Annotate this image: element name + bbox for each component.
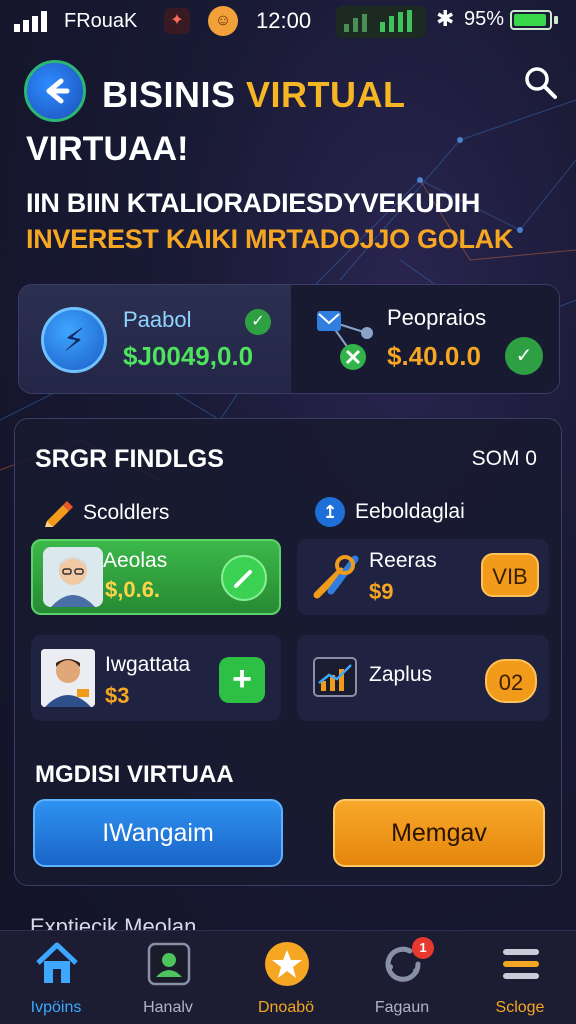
back-arrow-icon bbox=[46, 78, 70, 104]
panel-count: SOM 0 bbox=[471, 447, 537, 470]
stat-card-right[interactable]: Peopraios $.40.0.0 ✓ bbox=[291, 285, 559, 393]
count-badge[interactable]: 02 bbox=[485, 659, 537, 703]
nav-item-sync[interactable]: 1 Fagaun bbox=[352, 937, 452, 1021]
stat-card-left[interactable]: ⚡ Paabol $J0049,0.0 ✓ bbox=[19, 285, 291, 393]
network-icon bbox=[317, 311, 373, 370]
tools-icon bbox=[313, 555, 359, 599]
nav-label: Dnoabö bbox=[257, 999, 315, 1016]
battery-icon bbox=[510, 10, 552, 30]
profile-icon bbox=[147, 942, 191, 986]
item-name: Reeras bbox=[369, 549, 437, 572]
tagline-line2: INVEREST KAIKI MRTADOJJO GOLAK bbox=[26, 224, 514, 254]
chart-icon bbox=[313, 657, 357, 697]
check-icon: ✓ bbox=[245, 309, 271, 335]
item-name: Aeolas bbox=[103, 549, 168, 572]
battery-fill bbox=[514, 14, 547, 26]
list-item[interactable]: Zaplus 02 bbox=[297, 635, 549, 721]
status-badge[interactable]: VIB bbox=[481, 553, 539, 597]
stat-left-value: $J0049,0.0 bbox=[123, 341, 254, 371]
menu-icon bbox=[503, 949, 539, 979]
battery-tip bbox=[554, 16, 558, 24]
carrier-name: FRouaK bbox=[64, 10, 138, 32]
item-name: Iwgattata bbox=[105, 653, 191, 676]
item-value: $,0.6. bbox=[105, 577, 161, 602]
nav-item-menu[interactable]: Scloge bbox=[470, 941, 570, 1021]
signal-bars-icon bbox=[14, 11, 47, 32]
tagline-line1: IIN BIIN KTALIORADIESDYVEKUDIH bbox=[26, 188, 481, 218]
coin-icon: ⚡ bbox=[41, 307, 107, 373]
network-activity-icon bbox=[336, 6, 426, 38]
item-name: Zaplus bbox=[369, 663, 433, 686]
bottom-nav: Ivpöins Hanalv Dnoabö 1 Fagaun Scloge bbox=[0, 930, 576, 1024]
nav-item-home[interactable]: Ivpöins bbox=[6, 941, 106, 1021]
item-value: $9 bbox=[369, 579, 394, 604]
cta-title: MGDISI VIRTUAA bbox=[35, 761, 234, 788]
stat-left-label: Paabol bbox=[123, 307, 192, 332]
avatar bbox=[43, 547, 103, 607]
stats-card: ⚡ Paabol $J0049,0.0 ✓ Peopraios $.40.0.0… bbox=[18, 284, 560, 394]
section-right-label: Eeboldaglai bbox=[355, 500, 465, 523]
nav-label: Fagaun bbox=[374, 999, 430, 1016]
nav-label: Ivpöins bbox=[30, 999, 82, 1016]
section-left-header: Scoldlers bbox=[41, 497, 169, 529]
panel-title: SRGR FINDLGS bbox=[35, 445, 224, 473]
notification-badge: 1 bbox=[412, 937, 434, 959]
home-icon bbox=[36, 942, 78, 983]
app-title-part1: BISINIS bbox=[102, 74, 236, 115]
search-icon[interactable] bbox=[520, 62, 560, 102]
findings-panel: SRGR FINDLGS SOM 0 Scoldlers ↥ Eeboldagl… bbox=[14, 418, 562, 886]
bluetooth-icon: ✱ bbox=[436, 6, 455, 31]
page-subtitle: VIRTUAA! bbox=[26, 130, 189, 168]
add-button[interactable]: + bbox=[219, 657, 265, 703]
avatar bbox=[41, 649, 95, 707]
list-item[interactable]: Reeras $9 VIB bbox=[297, 539, 549, 615]
primary-button[interactable]: IWangaim bbox=[33, 799, 283, 867]
status-time: 12:00 bbox=[256, 8, 312, 33]
nav-label: Hanalv bbox=[143, 999, 193, 1016]
battery-percent: 95% bbox=[464, 8, 505, 30]
section-left-label: Scoldlers bbox=[83, 501, 170, 524]
app-title-part2: VIRTUAL bbox=[246, 74, 406, 115]
nav-item-profile[interactable]: Hanalv bbox=[118, 941, 218, 1021]
star-icon bbox=[265, 942, 309, 986]
stat-right-value: $.40.0.0 bbox=[387, 341, 481, 371]
notification-avatar-icon: ☺ bbox=[208, 6, 238, 36]
notification-app-icon: ✦ bbox=[164, 8, 190, 34]
list-item[interactable]: Iwgattata $3 + bbox=[31, 635, 281, 721]
section-right-header: ↥ Eeboldaglai bbox=[315, 497, 465, 527]
back-button[interactable] bbox=[24, 60, 86, 122]
list-item[interactable]: Aeolas $,0.6. bbox=[31, 539, 281, 615]
nav-item-favorites[interactable]: Dnoabö bbox=[236, 941, 336, 1021]
edit-button[interactable] bbox=[221, 555, 267, 601]
pencil-icon bbox=[45, 501, 73, 527]
item-value: $3 bbox=[105, 683, 130, 708]
status-bar: FRouaK ✦ ☺ 12:00 ✱ 95% bbox=[0, 0, 576, 44]
confirm-check-icon[interactable]: ✓ bbox=[505, 337, 543, 375]
stat-right-label: Peopraios bbox=[387, 305, 487, 330]
secondary-button[interactable]: Memgav bbox=[333, 799, 545, 867]
pencil-icon bbox=[234, 570, 252, 588]
info-icon: ↥ bbox=[315, 497, 345, 527]
nav-label: Scloge bbox=[495, 999, 545, 1016]
app-title: BISINIS VIRTUAL bbox=[102, 74, 406, 116]
